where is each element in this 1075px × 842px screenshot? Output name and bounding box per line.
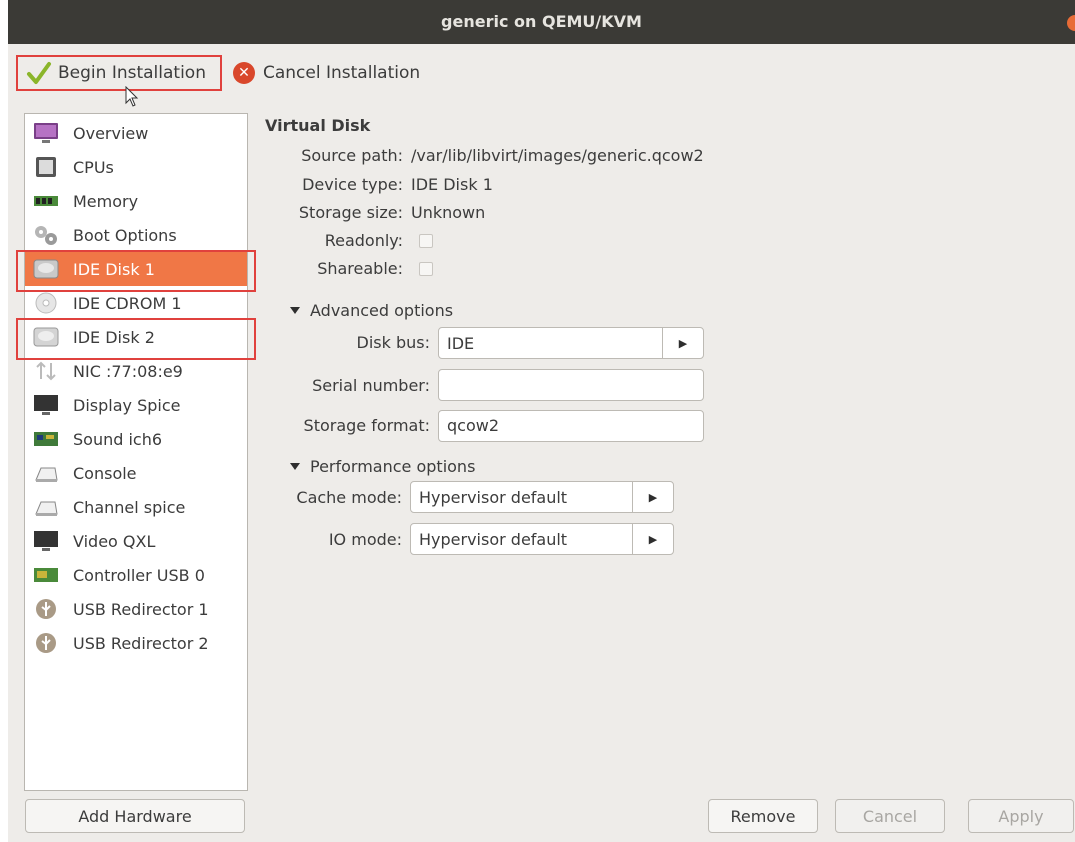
add-hardware-button[interactable]: Add Hardware [25,799,245,833]
mouse-pointer-icon [125,86,139,107]
shareable-label: Shareable: [317,259,403,278]
cdrom-icon [35,292,57,314]
hardware-list[interactable]: Overview CPUs Memory Boot Options IDE Di… [24,113,248,791]
hard-disk-icon [33,327,59,347]
advanced-options-expander[interactable]: Advanced options [290,301,453,320]
sidebar-item-channel-spice[interactable]: Channel spice [25,490,247,524]
serial-console-icon [35,501,58,516]
sidebar-item-boot-options[interactable]: Boot Options [25,218,247,252]
combo-arrow-icon: ▶ [632,482,673,512]
sidebar-item-memory[interactable]: Memory [25,184,247,218]
device-type-label: Device type: [302,175,403,194]
display-icon [34,531,58,551]
gears-icon [35,226,57,245]
storage-format-input[interactable]: qcow2 [438,410,704,442]
serial-console-icon [35,467,58,482]
sidebar-item-display-spice[interactable]: Display Spice [25,388,247,422]
sidebar-item-usb-redirector-1[interactable]: USB Redirector 1 [25,592,247,626]
cpu-icon [36,157,56,177]
sidebar-item-nic[interactable]: NIC :77:08:e9 [25,354,247,388]
storage-size-label: Storage size: [298,203,403,222]
sidebar-item-controller-usb[interactable]: Controller USB 0 [25,558,247,592]
readonly-label: Readonly: [324,231,403,250]
disk-bus-value: IDE [447,333,475,353]
network-icon [36,361,56,381]
sidebar-item-ide-disk-2[interactable]: IDE Disk 2 [25,320,247,354]
usb-icon [36,599,56,619]
pci-card-icon [34,568,58,582]
performance-options-expander[interactable]: Performance options [290,457,475,476]
io-mode-combo[interactable]: Hypervisor default ▶ [410,523,674,555]
sidebar-item-cpus[interactable]: CPUs [25,150,247,184]
source-path-label: Source path: [301,146,403,165]
remove-button[interactable]: Remove [708,799,818,833]
expander-triangle-icon [290,307,300,314]
cancel-x-icon: ✕ [233,62,255,84]
monitor-icon [34,123,58,143]
memory-icon [34,196,58,206]
display-icon [34,395,58,415]
usb-icon [36,633,56,653]
io-mode-value: Hypervisor default [419,529,568,549]
sound-card-icon [34,432,58,446]
readonly-checkbox[interactable] [419,234,433,248]
sidebar-item-console[interactable]: Console [25,456,247,490]
apply-button[interactable]: Apply [968,799,1074,833]
details-window: generic on QEMU/KVM Begin Installation ✕… [8,0,1075,842]
window-close-icon[interactable] [1067,15,1075,31]
io-mode-label: IO mode: [328,530,402,549]
combo-arrow-icon: ▶ [632,524,673,554]
sidebar-item-overview[interactable]: Overview [25,116,247,150]
cache-mode-value: Hypervisor default [419,487,568,507]
source-path-value: /var/lib/libvirt/images/generic.qcow2 [411,146,704,165]
sidebar-item-video-qxl[interactable]: Video QXL [25,524,247,558]
cache-mode-label: Cache mode: [296,488,402,507]
cancel-installation-button[interactable]: ✕ Cancel Installation [233,55,420,91]
window-title: generic on QEMU/KVM [441,12,642,31]
disk-bus-combo[interactable]: IDE ▶ [438,327,704,359]
combo-arrow-icon: ▶ [662,328,703,358]
checkmark-icon [27,62,51,84]
serial-number-label: Serial number: [312,376,430,395]
cancel-installation-label: Cancel Installation [263,63,421,83]
sidebar-item-ide-cdrom-1[interactable]: IDE CDROM 1 [25,286,247,320]
begin-installation-button[interactable]: Begin Installation [16,55,222,91]
hard-disk-icon [33,259,59,279]
section-title: Virtual Disk [265,116,371,135]
disk-bus-label: Disk bus: [356,333,430,352]
serial-number-input[interactable] [438,369,704,401]
begin-installation-label: Begin Installation [58,63,206,83]
sidebar-item-usb-redirector-2[interactable]: USB Redirector 2 [25,626,247,660]
window-titlebar[interactable]: generic on QEMU/KVM [8,0,1075,44]
cancel-button[interactable]: Cancel [835,799,945,833]
disk-details-panel: Virtual Disk Source path: /var/lib/libvi… [258,105,1068,785]
sidebar-item-sound[interactable]: Sound ich6 [25,422,247,456]
shareable-checkbox[interactable] [419,262,433,276]
expander-triangle-icon [290,463,300,470]
storage-size-value: Unknown [411,203,486,222]
cache-mode-combo[interactable]: Hypervisor default ▶ [410,481,674,513]
storage-format-label: Storage format: [303,416,430,435]
sidebar-item-ide-disk-1[interactable]: IDE Disk 1 [25,252,247,286]
device-type-value: IDE Disk 1 [411,175,493,194]
